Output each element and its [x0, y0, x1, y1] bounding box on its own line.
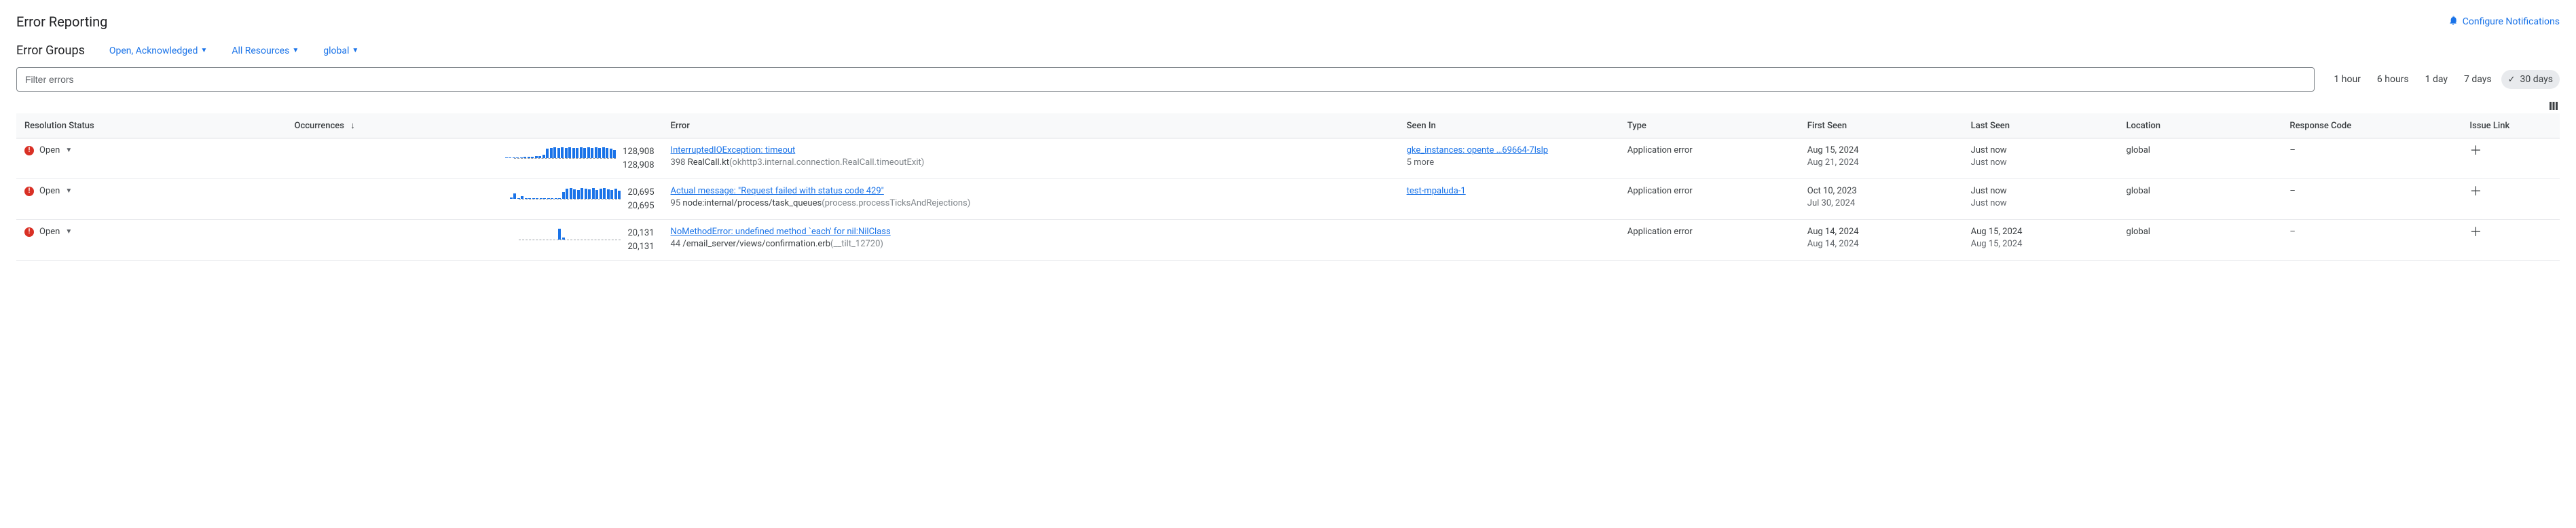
- error-title-link[interactable]: InterruptedIOException: timeout: [671, 145, 1391, 155]
- configure-notifications-link[interactable]: Configure Notifications: [2448, 15, 2560, 29]
- add-issue-link-button[interactable]: ＋: [2469, 144, 2482, 158]
- add-issue-link-button[interactable]: ＋: [2469, 225, 2482, 240]
- last-seen-cell: Aug 15, 2024Aug 15, 2024: [1963, 220, 2118, 261]
- time-range-button[interactable]: 1 hour: [2327, 70, 2368, 89]
- table-row: ! Open ▼ 20,69520,695 Actual message: "Reque…: [16, 179, 2560, 220]
- last-seen-cell: Just nowJust now: [1963, 138, 2118, 179]
- response-code-cell: –: [2281, 179, 2461, 220]
- error-icon: !: [24, 227, 34, 237]
- col-header-last-seen[interactable]: Last Seen: [1963, 113, 2118, 138]
- first-seen-cell: Aug 15, 2024Aug 21, 2024: [1799, 138, 1963, 179]
- time-range-label: 1 day: [2425, 74, 2448, 85]
- status-filter-label: Open, Acknowledged: [109, 45, 198, 56]
- col-header-error[interactable]: Error: [663, 113, 1399, 138]
- first-seen-cell: Aug 14, 2024Aug 14, 2024: [1799, 220, 1963, 261]
- sparkline-chart: [519, 186, 621, 200]
- time-range-label: 1 hour: [2334, 74, 2361, 85]
- table-row: ! Open ▼ 128,908128,908 InterruptedIOExcepti…: [16, 138, 2560, 179]
- configure-notifications-label: Configure Notifications: [2463, 16, 2560, 27]
- location-filter-dropdown[interactable]: global ▼: [323, 45, 358, 56]
- page-title: Error Reporting: [16, 14, 107, 30]
- sparkline-chart: [514, 145, 616, 159]
- location-cell: global: [2118, 220, 2282, 261]
- col-header-first-seen[interactable]: First Seen: [1799, 113, 1963, 138]
- table-row: ! Open ▼ 20,13120,131 NoMethodError: undefin…: [16, 220, 2560, 261]
- section-title: Error Groups: [16, 43, 85, 58]
- resolution-status-dropdown[interactable]: ! Open ▼: [24, 145, 278, 155]
- sort-desc-icon: ↓: [350, 121, 355, 131]
- occurrence-counts: 20,13120,131: [627, 227, 654, 253]
- status-filter-dropdown[interactable]: Open, Acknowledged ▼: [109, 45, 207, 56]
- status-label: Open: [39, 145, 60, 155]
- col-header-occurrences-label: Occurrences: [294, 121, 344, 131]
- seen-in-more: 5 more: [1407, 157, 1611, 168]
- status-label: Open: [39, 227, 60, 237]
- add-issue-link-button[interactable]: ＋: [2469, 185, 2482, 199]
- error-icon: !: [24, 187, 34, 196]
- occurrence-counts: 128,908128,908: [623, 145, 654, 172]
- time-range-label: 6 hours: [2377, 74, 2409, 85]
- resolution-status-dropdown[interactable]: ! Open ▼: [24, 186, 278, 196]
- type-cell: Application error: [1619, 179, 1799, 220]
- first-seen-cell: Oct 10, 2023Jul 30, 2024: [1799, 179, 1963, 220]
- sparkline-chart: [519, 227, 621, 240]
- col-header-response-code[interactable]: Response Code: [2281, 113, 2461, 138]
- col-header-occurrences[interactable]: Occurrences ↓: [286, 113, 662, 138]
- location-filter-label: global: [323, 45, 349, 56]
- time-range-label: 30 days: [2520, 74, 2553, 85]
- time-range-label: 7 days: [2464, 74, 2492, 85]
- caret-down-icon: ▼: [200, 47, 207, 54]
- error-subtext: 44 /email_server/views/confirmation.erb(…: [671, 239, 1391, 249]
- col-header-location[interactable]: Location: [2118, 113, 2282, 138]
- error-icon: !: [24, 146, 34, 155]
- col-header-status[interactable]: Resolution Status: [16, 113, 286, 138]
- resource-filter-label: All Resources: [232, 45, 289, 56]
- resolution-status-dropdown[interactable]: ! Open ▼: [24, 227, 278, 237]
- seen-in-link[interactable]: test-mpaluda-1: [1407, 186, 1611, 196]
- time-range-button[interactable]: 6 hours: [2370, 70, 2416, 89]
- type-cell: Application error: [1619, 138, 1799, 179]
- error-subtext: 95 node:internal/process/task_queues(pro…: [671, 198, 1391, 208]
- error-title-link[interactable]: Actual message: "Request failed with sta…: [671, 186, 1391, 196]
- caret-down-icon: ▼: [352, 47, 358, 54]
- caret-down-icon: ▼: [65, 187, 72, 195]
- caret-down-icon: ▼: [65, 147, 72, 154]
- time-range-button[interactable]: 1 day: [2418, 70, 2454, 89]
- filter-search-input[interactable]: [25, 74, 2306, 85]
- occurrence-counts: 20,69520,695: [627, 186, 654, 212]
- response-code-cell: –: [2281, 220, 2461, 261]
- col-header-issue-link[interactable]: Issue Link: [2461, 113, 2560, 138]
- status-label: Open: [39, 186, 60, 196]
- location-cell: global: [2118, 138, 2282, 179]
- resource-filter-dropdown[interactable]: All Resources ▼: [232, 45, 299, 56]
- columns-icon[interactable]: [2547, 100, 2560, 112]
- filter-search-box[interactable]: [16, 67, 2315, 92]
- col-header-type[interactable]: Type: [1619, 113, 1799, 138]
- error-subtext: 398 RealCall.kt(okhttp3.internal.connect…: [671, 157, 1391, 168]
- time-range-button[interactable]: 30 days: [2501, 70, 2560, 89]
- col-header-seen-in[interactable]: Seen In: [1399, 113, 1619, 138]
- bell-icon: [2448, 15, 2459, 29]
- time-range-group: 1 hour 6 hours 1 day 7 days 30 days: [2327, 70, 2560, 89]
- error-title-link[interactable]: NoMethodError: undefined method `each' f…: [671, 227, 1391, 237]
- caret-down-icon: ▼: [292, 47, 299, 54]
- time-range-button[interactable]: 7 days: [2457, 70, 2499, 89]
- location-cell: global: [2118, 179, 2282, 220]
- type-cell: Application error: [1619, 220, 1799, 261]
- seen-in-link[interactable]: gke_instances: opente …69664-7lslp: [1407, 145, 1611, 155]
- error-groups-table: Resolution Status Occurrences ↓ Error Se…: [16, 113, 2560, 261]
- response-code-cell: –: [2281, 138, 2461, 179]
- last-seen-cell: Just nowJust now: [1963, 179, 2118, 220]
- caret-down-icon: ▼: [65, 228, 72, 235]
